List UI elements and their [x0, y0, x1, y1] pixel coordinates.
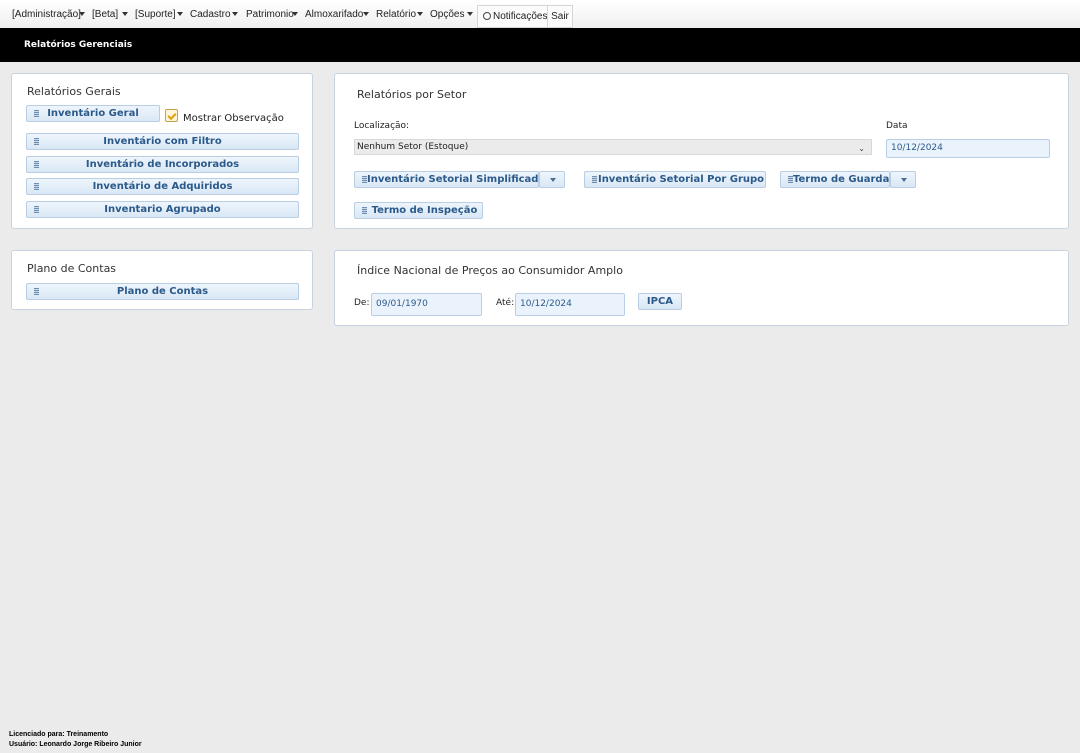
chevron-down-icon — [550, 178, 556, 182]
page-header: Relatórios Gerenciais — [0, 28, 1080, 62]
chevron-down-icon[interactable] — [232, 12, 238, 16]
report-icon — [34, 288, 39, 295]
location-label: Localização: — [354, 121, 410, 131]
incorporated-inventory-button[interactable]: Inventário de Incorporados — [26, 156, 299, 173]
custody-term-button[interactable]: Termo de Guarda — [780, 171, 890, 188]
chevron-down-icon[interactable] — [292, 12, 298, 16]
menu-suporte[interactable]: [Suporte] — [135, 0, 176, 28]
simplified-sector-inventory-label: Inventário Setorial Simplificado — [367, 174, 546, 185]
sector-reports-panel: Relatórios por Setor Localização: Nenhum… — [334, 73, 1069, 229]
location-select[interactable]: Nenhum Setor (Estoque) ⌄ — [354, 139, 872, 155]
filtered-inventory-button[interactable]: Inventário com Filtro — [26, 133, 299, 150]
filtered-inventory-label: Inventário com Filtro — [103, 136, 222, 147]
license-info: Licenciado para: Treinamento — [9, 731, 109, 738]
grouped-inventory-button[interactable]: Inventario Agrupado — [26, 201, 299, 218]
from-date-field[interactable]: 09/01/1970 — [371, 293, 482, 316]
inspection-term-label: Termo de Inspeção — [371, 205, 478, 216]
show-notes-checkbox[interactable] — [165, 109, 178, 122]
ipca-panel: Índice Nacional de Preços ao Consumidor … — [334, 250, 1069, 326]
simplified-sector-inventory-button[interactable]: Inventário Setorial Simplificado — [354, 171, 545, 188]
report-icon — [788, 176, 793, 183]
to-date-field[interactable]: 10/12/2024 — [515, 293, 625, 316]
checkmark-icon — [167, 110, 177, 121]
chevron-down-icon: ⌄ — [858, 144, 865, 153]
menu-almoxarifado[interactable]: Almoxarifado — [305, 0, 363, 28]
show-notes-label: Mostrar Observação — [183, 113, 284, 124]
exit-button[interactable]: Sair — [547, 5, 573, 28]
chevron-down-icon — [901, 178, 907, 182]
ipca-title: Índice Nacional de Preços ao Consumidor … — [357, 264, 623, 277]
chevron-down-icon[interactable] — [363, 12, 369, 16]
report-icon — [592, 176, 597, 183]
chevron-down-icon[interactable] — [122, 12, 128, 16]
from-label: De: — [354, 298, 370, 308]
date-label: Data — [886, 121, 908, 131]
chevron-down-icon[interactable] — [417, 12, 423, 16]
top-menubar: [Administração] [Beta] [Suporte] Cadastr… — [0, 0, 1080, 29]
menu-opcoes[interactable]: Opções — [430, 0, 464, 28]
group-sector-inventory-button[interactable]: Inventário Setorial Por Grupo — [584, 171, 766, 188]
page-title: Relatórios Gerenciais — [24, 40, 133, 50]
location-select-value: Nenhum Setor (Estoque) — [357, 142, 469, 152]
sector-reports-title: Relatórios por Setor — [357, 88, 467, 101]
report-icon — [34, 110, 39, 117]
chevron-down-icon[interactable] — [177, 12, 183, 16]
chart-of-accounts-label: Plano de Contas — [116, 286, 209, 297]
to-label: Até: — [496, 298, 515, 308]
user-info: Usuário: Leonardo Jorge Ribeiro Junior — [9, 741, 142, 748]
chart-of-accounts-panel: Plano de Contas Plano de Contas — [11, 250, 313, 310]
report-icon — [362, 207, 367, 214]
chevron-down-icon[interactable] — [79, 12, 85, 16]
chevron-down-icon[interactable] — [467, 12, 473, 16]
menu-relatorio[interactable]: Relatório — [376, 0, 416, 28]
general-inventory-button[interactable]: Inventário Geral — [26, 105, 160, 122]
ipca-button[interactable]: IPCA — [638, 293, 682, 310]
report-icon — [34, 161, 39, 168]
report-icon — [362, 176, 367, 183]
menu-beta[interactable]: [Beta] — [92, 0, 118, 28]
chart-of-accounts-title: Plano de Contas — [27, 262, 117, 275]
menu-cadastro[interactable]: Cadastro — [190, 0, 231, 28]
report-icon — [34, 183, 39, 190]
acquired-inventory-label: Inventário de Adquiridos — [92, 181, 233, 192]
simplified-sector-inventory-dropdown[interactable] — [539, 171, 565, 188]
general-reports-panel: Relatórios Gerais Inventário Geral Mostr… — [11, 73, 313, 229]
chart-of-accounts-button[interactable]: Plano de Contas — [26, 283, 299, 300]
general-reports-title: Relatórios Gerais — [27, 85, 121, 98]
notifications-label: Notificações — [493, 11, 548, 22]
grouped-inventory-label: Inventario Agrupado — [104, 204, 221, 215]
date-field[interactable]: 10/12/2024 — [886, 139, 1050, 158]
acquired-inventory-button[interactable]: Inventário de Adquiridos — [26, 178, 299, 195]
custody-term-label: Termo de Guarda — [793, 174, 890, 185]
report-icon — [34, 138, 39, 145]
notification-icon — [483, 12, 491, 20]
inspection-term-button[interactable]: Termo de Inspeção — [354, 202, 483, 219]
menu-administracao[interactable]: [Administração] — [12, 0, 81, 28]
report-icon — [34, 206, 39, 213]
general-inventory-label: Inventário Geral — [47, 108, 139, 119]
group-sector-inventory-label: Inventário Setorial Por Grupo — [597, 174, 765, 185]
incorporated-inventory-label: Inventário de Incorporados — [85, 159, 240, 170]
notifications-button[interactable]: Notificações — [477, 5, 549, 28]
custody-term-dropdown[interactable] — [890, 171, 916, 188]
menu-patrimonio[interactable]: Patrimonio — [246, 0, 294, 28]
